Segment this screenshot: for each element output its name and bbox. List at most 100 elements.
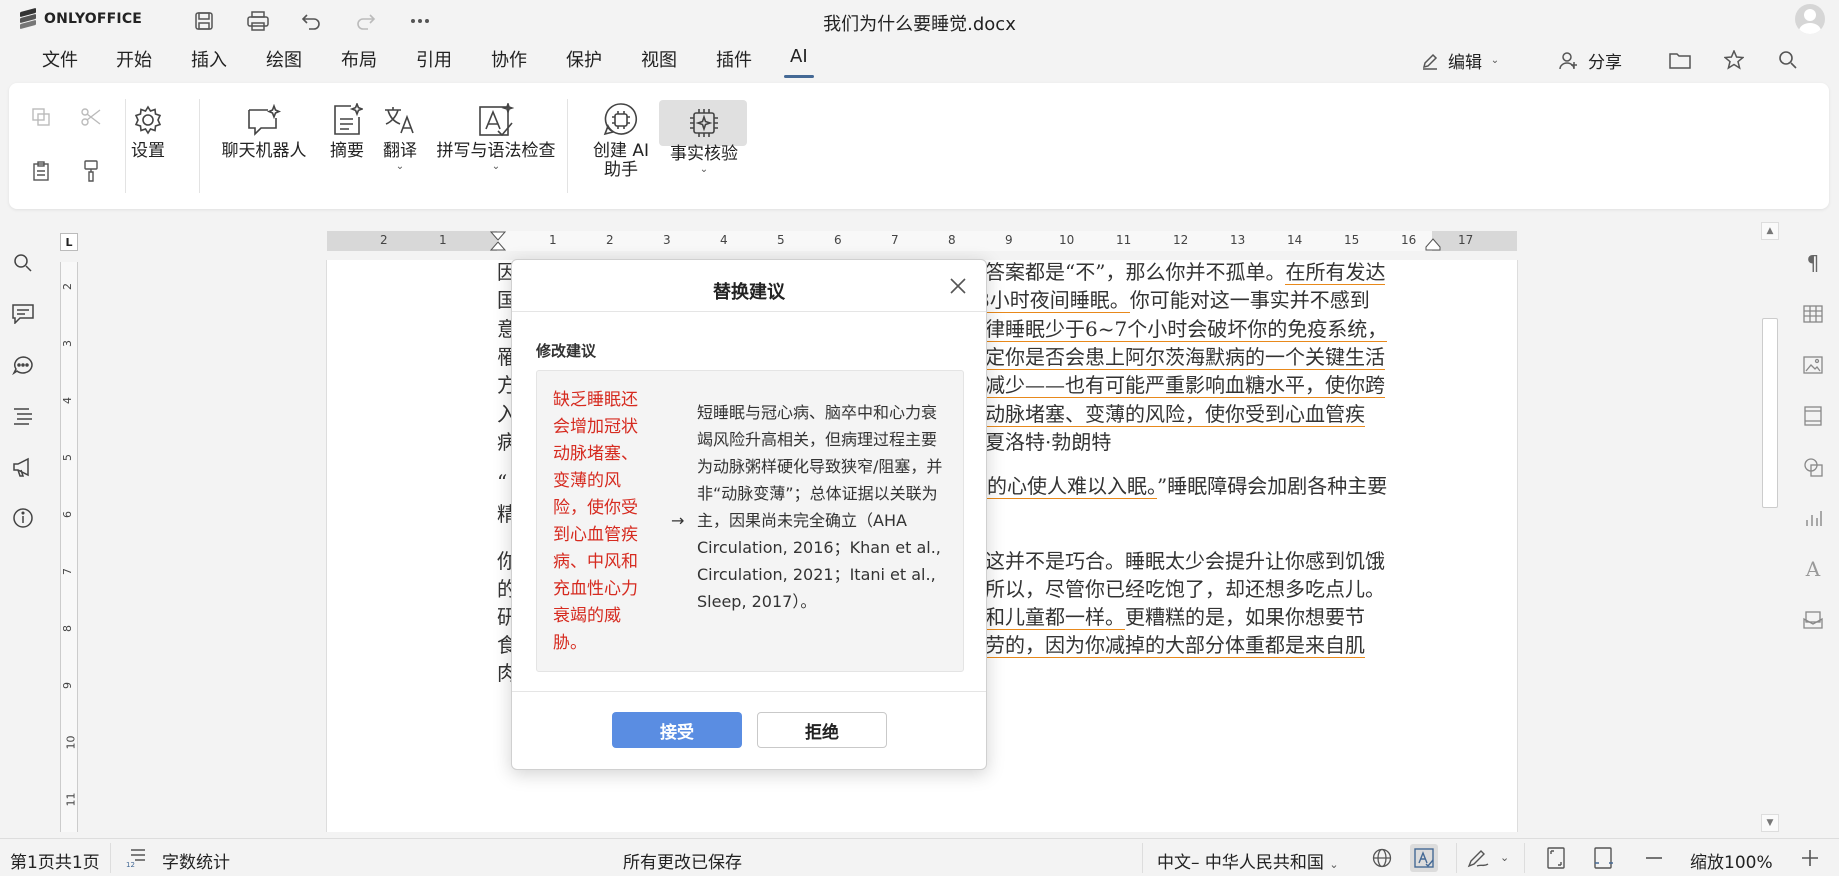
tab-stop-selector[interactable]: L	[60, 233, 78, 251]
header-footer-icon[interactable]	[1800, 403, 1826, 429]
suggestion-box: 缺乏睡眠还会增加冠状动脉堵塞、变薄的风险，使你受到心血管疾病、中风和充血性心力衰…	[536, 370, 964, 672]
ruler-mark: 4	[720, 233, 728, 247]
scrollbar-thumb[interactable]	[1762, 318, 1778, 508]
cut-icon[interactable]	[77, 103, 105, 131]
title-bar: ONLYOFFICE 我们为什么要睡觉.docx	[0, 0, 1839, 40]
indent-marker-icon[interactable]	[489, 231, 507, 255]
image-settings-icon[interactable]	[1800, 352, 1826, 378]
chat-sparkle-icon	[244, 100, 284, 140]
ruler-mark: 5	[61, 454, 74, 461]
horizontal-ruler[interactable]: 2 1 1 2 3 4 5 6 7 8 9 10 11 12 13 14 15 …	[327, 231, 1517, 251]
summary-button[interactable]: 摘要	[322, 100, 372, 161]
pencil-icon	[1418, 49, 1442, 73]
page-indicator[interactable]: 第1页共1页	[10, 848, 100, 873]
document-text: 答案都是“不”，那么你并不孤单。	[985, 260, 1286, 284]
tab-insert[interactable]: 插入	[189, 46, 229, 76]
spellcheck-button[interactable]: 拼写与语法检查 ⌄	[426, 100, 566, 172]
search-icon	[1776, 48, 1800, 72]
zoom-level[interactable]: 缩放100%	[1690, 848, 1773, 873]
shape-settings-icon[interactable]	[1800, 454, 1826, 480]
tab-home[interactable]: 开始	[114, 46, 154, 76]
tab-view[interactable]: 视图	[639, 46, 679, 76]
tab-layout[interactable]: 布局	[339, 46, 379, 76]
flagged-text[interactable]: 动脉堵塞、变薄的风险，使你受到心血管疾	[985, 402, 1365, 427]
chart-settings-icon[interactable]	[1800, 505, 1826, 531]
star-icon	[1722, 48, 1746, 72]
track-changes-icon[interactable]	[1466, 846, 1490, 870]
flagged-text[interactable]: 的心使人难以入眠。	[987, 474, 1157, 499]
create-ai-assistant-button[interactable]: 创建 AI 助手	[581, 100, 661, 180]
right-indent-marker-icon[interactable]	[1425, 237, 1441, 251]
fit-width-icon[interactable]	[1592, 846, 1616, 870]
users-icon	[1558, 49, 1582, 73]
chat-icon[interactable]	[10, 352, 36, 378]
translate-button[interactable]: 翻译 ⌄	[375, 100, 425, 172]
comments-icon[interactable]	[10, 301, 36, 327]
ruler-mark: 5	[777, 233, 785, 247]
navigation-icon[interactable]	[10, 403, 36, 429]
user-avatar-icon[interactable]	[1795, 4, 1825, 34]
factcheck-button[interactable]: 事实核验 ⌄	[659, 84, 749, 194]
flagged-text[interactable]: 律睡眠少于6~7个小时会破坏你的免疫系统，	[985, 317, 1388, 342]
vertical-ruler[interactable]: 2 3 4 5 6 7 8 9 10 11	[60, 262, 78, 832]
scroll-up-icon[interactable]: ▲	[1761, 222, 1779, 240]
chip-icon	[684, 103, 724, 143]
spellcheck-toggle-icon[interactable]	[1410, 844, 1438, 872]
info-icon[interactable]	[10, 505, 36, 531]
chevron-down-icon: ⌄	[1329, 858, 1339, 871]
text-art-icon[interactable]: A	[1800, 556, 1826, 582]
favorite-button[interactable]	[1722, 48, 1746, 72]
chatbot-button[interactable]: 聊天机器人	[214, 100, 314, 161]
announcement-icon[interactable]	[10, 454, 36, 480]
copy-icon[interactable]	[27, 103, 55, 131]
tab-ai[interactable]: AI	[784, 46, 814, 78]
tab-file[interactable]: 文件	[40, 46, 80, 76]
settings-button[interactable]: 设置	[123, 100, 173, 161]
ruler-mark: 2	[606, 233, 614, 247]
flagged-text[interactable]: 定你是否会患上阿尔茨海默病的一个关键生活	[985, 345, 1385, 370]
settings-label: 设置	[131, 141, 165, 161]
tab-collaboration[interactable]: 协作	[489, 46, 529, 76]
document-text: 更糟糕的是，如果你想要节	[1125, 605, 1365, 629]
copy-style-icon[interactable]	[77, 157, 105, 185]
paragraph-settings-icon[interactable]: ¶	[1800, 250, 1826, 276]
reject-button[interactable]: 拒绝	[757, 712, 887, 748]
ruler-mark: 6	[61, 511, 74, 518]
open-location-button[interactable]	[1668, 48, 1692, 72]
tab-draw[interactable]: 绘图	[264, 46, 304, 76]
edit-mode-button[interactable]: 编辑 ⌄	[1418, 48, 1502, 73]
language-selector[interactable]: 中文– 中华人民共和国 ⌄	[1157, 848, 1339, 873]
zoom-in-icon[interactable]	[1798, 846, 1822, 870]
ai-assistant-icon	[601, 100, 641, 140]
flagged-text[interactable]: 减少——也有可能严重影响血糖水平，使你跨	[985, 373, 1385, 398]
status-divider	[1456, 843, 1457, 873]
tab-plugins[interactable]: 插件	[714, 46, 754, 76]
suggested-text: 短睡眠与冠心病、脑卒中和心力衰竭风险升高相关，但病理过程主要为动脉粥样硬化导致狭…	[697, 403, 943, 611]
document-line-end: 动脉堵塞、变薄的风险，使你受到心血管疾	[985, 398, 1365, 427]
chevron-down-icon[interactable]: ⌄	[1500, 851, 1509, 864]
scroll-down-icon[interactable]: ▼	[1761, 814, 1779, 832]
document-text: 夏洛特·勃朗特	[985, 430, 1112, 454]
vertical-scrollbar[interactable]: ▲ ▼	[1761, 222, 1779, 832]
flagged-text[interactable]: 8小时夜间睡眠。	[977, 288, 1130, 313]
mail-merge-icon[interactable]	[1800, 607, 1826, 633]
paste-icon[interactable]	[27, 157, 55, 185]
language-label: 中文– 中华人民共和国	[1157, 853, 1324, 873]
share-button[interactable]: 分享	[1558, 48, 1622, 73]
dialog-divider	[512, 311, 986, 312]
search-button[interactable]	[1776, 48, 1800, 72]
close-icon[interactable]	[948, 276, 970, 298]
globe-icon[interactable]	[1370, 846, 1394, 870]
search-icon[interactable]	[10, 250, 36, 276]
chevron-down-icon: ⌄	[1490, 55, 1500, 66]
zoom-out-icon[interactable]	[1642, 846, 1666, 870]
word-count-button[interactable]: 字数统计	[162, 848, 230, 873]
tab-protection[interactable]: 保护	[564, 46, 604, 76]
flagged-text[interactable]: 劳的，因为你减掉的大部分体重都是来自肌	[985, 633, 1365, 658]
flagged-text[interactable]: 和儿童都一样。	[985, 605, 1125, 630]
tab-references[interactable]: 引用	[414, 46, 454, 76]
accept-button[interactable]: 接受	[612, 712, 742, 748]
flagged-text[interactable]: 在所有发达	[1285, 260, 1386, 285]
table-settings-icon[interactable]	[1800, 301, 1826, 327]
fit-page-icon[interactable]	[1544, 846, 1568, 870]
